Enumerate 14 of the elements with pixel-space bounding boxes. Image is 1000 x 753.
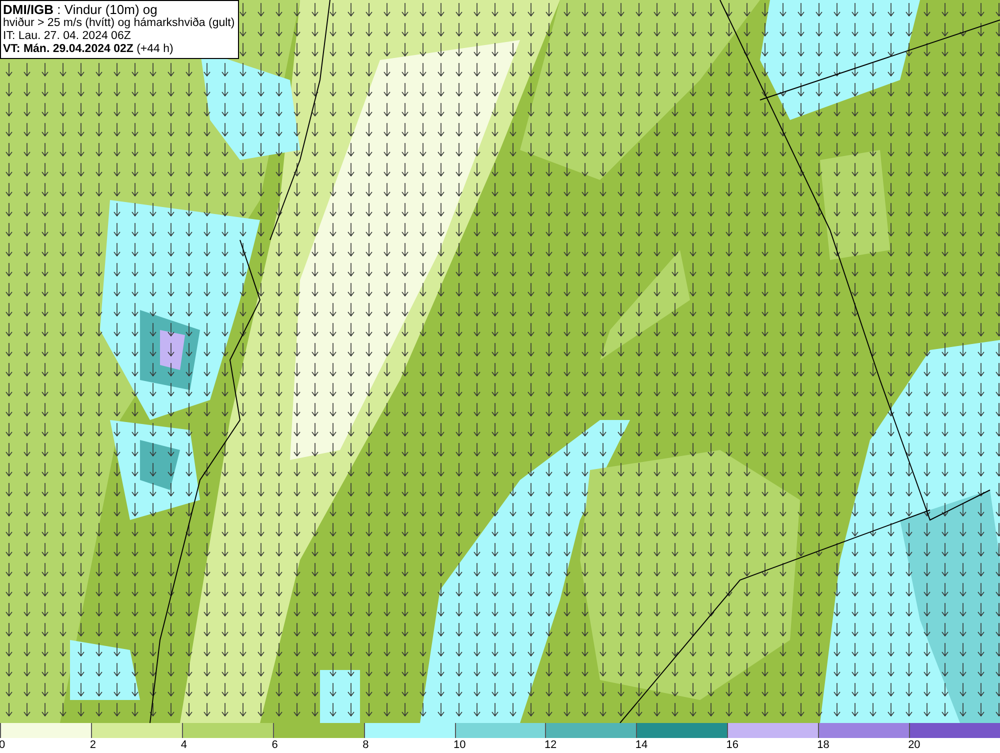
header-text: IT: Lau. 27. 04. 2024 06Z [3, 30, 132, 43]
legend-tick-label: 2 [90, 738, 96, 752]
legend-tick-label: 16 [726, 738, 738, 752]
legend-tick-label: 4 [180, 738, 187, 752]
legend-tick-label: 20 [908, 738, 920, 752]
legend-tick-label: 14 [635, 738, 648, 752]
legend-tick-label: 6 [272, 738, 278, 752]
legend-tick-label: 12 [544, 738, 557, 752]
header-text: DMI/IGB : Vindur (10m) og [3, 2, 158, 17]
legend-tick-label: 8 [362, 738, 369, 752]
header-text: hviður > 25 m/s (hvítt) og hámarkshviða (gult) [3, 17, 235, 30]
legend-tick-label: 10 [454, 738, 466, 752]
legend-tick-label: 18 [817, 738, 830, 752]
header-text: VT: Mán. 29.04.2024 02Z (+44 h) [3, 43, 174, 56]
